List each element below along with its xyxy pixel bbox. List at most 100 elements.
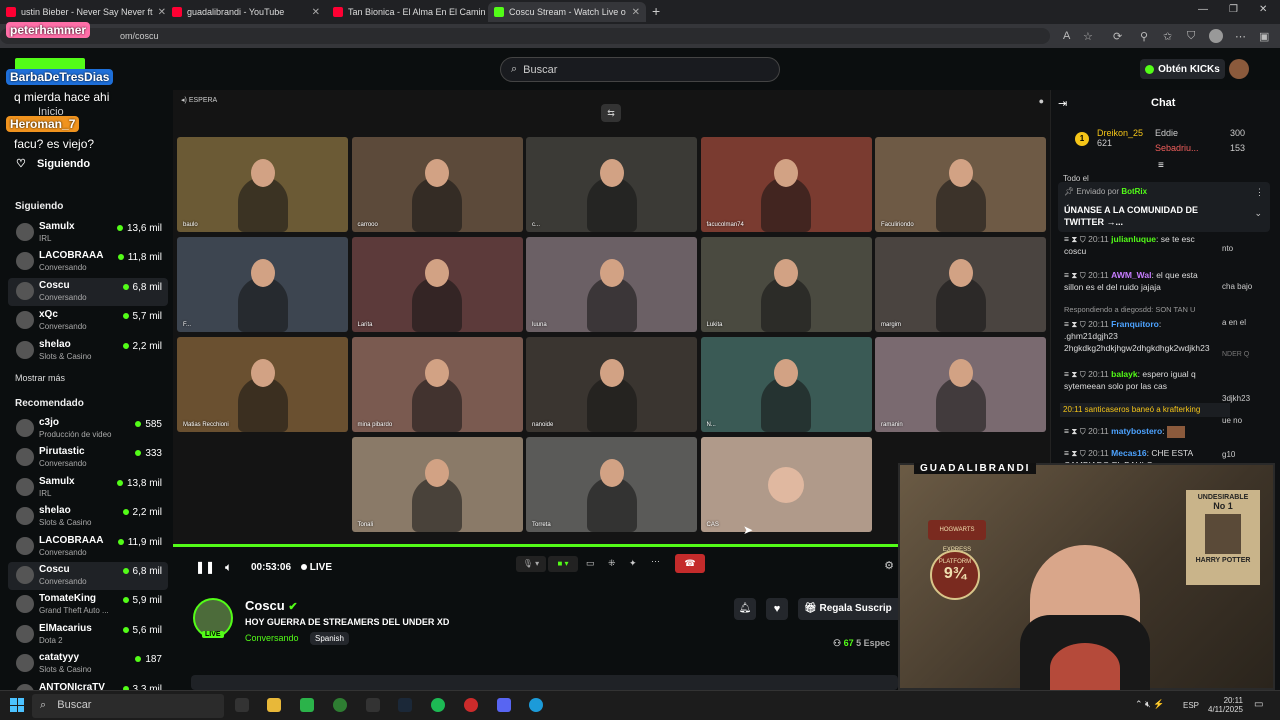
tab-title: Coscu Stream - Watch Live o: [509, 7, 626, 17]
participant-name: baulo: [183, 222, 198, 228]
sidebar-following-link[interactable]: ♡ Siguiendo: [16, 157, 90, 170]
volume-icon[interactable]: 🔈︎: [225, 560, 232, 575]
read-aloud-icon[interactable]: A: [1063, 30, 1070, 42]
viewer-count: 6,8 mil: [123, 566, 162, 577]
viewer-count: 2,2 mil: [123, 507, 162, 518]
steam-icon[interactable]: [398, 698, 412, 712]
notification-icon[interactable]: ▭: [1254, 699, 1263, 710]
sidebar-channel-item[interactable]: LACOBRAAA Conversando 11,8 mil: [8, 248, 168, 276]
mic-icon: 🎙︎ ▾: [516, 556, 546, 572]
user-avatar[interactable]: [1229, 59, 1249, 79]
chat-username[interactable]: Mecas16: [1111, 448, 1146, 458]
obs-icon[interactable]: [464, 698, 478, 712]
channel-name: TomateKing: [39, 593, 97, 605]
chat-username[interactable]: matybostero: [1111, 426, 1162, 436]
leaderboard-third[interactable]: Sebadriu... 153: [1155, 143, 1245, 153]
extensions-icon[interactable]: ⟳: [1113, 30, 1122, 43]
spotify-icon[interactable]: [431, 698, 445, 712]
chat-username[interactable]: Franquitoro: [1111, 319, 1159, 329]
maximize-button[interactable]: ❐: [1229, 4, 1238, 15]
settings-icon[interactable]: ⚙: [884, 559, 894, 572]
live-indicator[interactable]: LIVE: [301, 562, 332, 573]
sidebar-channel-item[interactable]: shelao Slots & Casino 2,2 mil: [8, 503, 168, 531]
sidebar-channel-item[interactable]: ElMacarius Dota 2 5,6 mil: [8, 621, 168, 649]
clock[interactable]: 20:11 4/11/2025: [1203, 696, 1243, 714]
webcam-overlay: GUADALIBRANDI HOGWARTS EXPRESS PLATFORM …: [898, 463, 1275, 693]
language-indicator[interactable]: ESP: [1183, 701, 1199, 710]
sidebar-channel-item[interactable]: c3jo Producción de video 585: [8, 415, 168, 443]
pinned-message[interactable]: 📌︎ Enviado por BotRix ÚNANSE A LA COMUNI…: [1058, 182, 1270, 232]
chevron-down-icon[interactable]: ⌄: [1254, 208, 1262, 219]
bell-icon[interactable]: 🔔︎: [734, 598, 756, 620]
pinned-by-label: Enviado por: [1076, 187, 1120, 196]
sidebar-channel-item[interactable]: TomateKing Grand Theft Auto ... 5,9 mil: [8, 591, 168, 619]
close-icon[interactable]: ✕: [312, 7, 320, 18]
pin-action-icon[interactable]: ⋮: [1255, 187, 1264, 198]
xbox-icon[interactable]: [333, 698, 347, 712]
sidebar-channel-item[interactable]: shelao Slots & Casino 2,2 mil: [8, 337, 168, 365]
sidebar-channel-item[interactable]: Coscu Conversando 6,8 mil: [8, 562, 168, 590]
split-screen-icon[interactable]: ⚲: [1140, 30, 1148, 43]
close-window-button[interactable]: ✕: [1259, 4, 1267, 15]
language-tag[interactable]: Spanish: [310, 632, 349, 645]
hogwarts-sign: HOGWARTS EXPRESS: [928, 520, 986, 553]
viewer-count: 13,6 mil: [117, 223, 162, 234]
sidebar-channel-item[interactable]: xQc Conversando 5,7 mil: [8, 307, 168, 335]
chat-reply-indicator: Respondiendo a diegosdd: SON TAN U: [1064, 305, 1196, 314]
expand-leaderboard-icon[interactable]: ≡: [1158, 160, 1164, 171]
new-tab-button[interactable]: +: [652, 3, 660, 19]
leaderboard-first[interactable]: Dreikon_25 621: [1097, 128, 1143, 148]
gift-subscription-button[interactable]: 🎁︎ Regala Suscrip: [798, 598, 908, 620]
overlay-username: Heroman_7: [6, 116, 80, 132]
epic-games-icon[interactable]: [366, 698, 380, 712]
sidebar-channel-item[interactable]: Pirutastic Conversando 333: [8, 444, 168, 472]
favorites-icon[interactable]: ✩: [1163, 30, 1172, 43]
tab-youtube-bieber[interactable]: ustin Bieber - Never Say Never ft ✕: [0, 2, 165, 22]
tab-youtube-guadalibrandi[interactable]: guadalibrandi - YouTube ✕: [166, 2, 326, 22]
tab-coscu-stream[interactable]: Coscu Stream - Watch Live o ✕: [488, 2, 646, 22]
close-icon[interactable]: ✕: [632, 7, 640, 18]
category-link[interactable]: Conversando: [245, 633, 299, 643]
task-view-icon[interactable]: [235, 698, 249, 712]
discord-icon[interactable]: [497, 698, 511, 712]
search-input[interactable]: ⌕ Buscar: [500, 57, 780, 82]
kick-icon: [494, 7, 504, 17]
edge-icon[interactable]: [529, 698, 543, 712]
chat-bubble-icon[interactable]: ●: [1039, 96, 1044, 106]
tab-youtube-tanbionica[interactable]: Tan Bionica - El Alma En El Camin ✕: [327, 2, 487, 22]
minimize-button[interactable]: —: [1198, 4, 1208, 15]
app-icon[interactable]: [300, 698, 314, 712]
sidebar-channel-item[interactable]: Coscu Conversando 6,8 mil: [8, 277, 168, 306]
translate-icon[interactable]: ⇆: [601, 104, 621, 122]
poster-title: UNDESIRABLE: [1197, 494, 1249, 501]
shield-icon[interactable]: ⛉: [1187, 30, 1195, 43]
show-more-link[interactable]: Mostrar más: [15, 373, 65, 383]
close-icon[interactable]: ✕: [158, 7, 165, 18]
sidebar-channel-item[interactable]: Samulx IRL 13,8 mil: [8, 474, 168, 502]
sidebar-toggle-icon[interactable]: ▣: [1259, 30, 1269, 43]
windows-start-icon[interactable]: [10, 698, 24, 712]
chat-message: ≡ ⧗ ⛉ 20:11 Franquitoro: .ghm21dgjh23 2h…: [1064, 319, 1210, 353]
overlay-chat-message1: q mierda hace ahi: [14, 90, 110, 104]
chat-username[interactable]: julianluque: [1111, 234, 1156, 244]
viewer-count: 5,6 mil: [123, 625, 162, 636]
tray-icons[interactable]: ⌃ 🔇︎ ⚡: [1135, 699, 1164, 710]
more-menu-icon[interactable]: ⋯: [1235, 30, 1246, 43]
get-kicks-button[interactable]: Obtén KICKs: [1140, 59, 1225, 79]
taskbar-search[interactable]: ⌕ Buscar: [32, 694, 224, 718]
participant-name: facucolman74: [706, 222, 744, 228]
leaderboard-second[interactable]: Eddie 300: [1155, 128, 1245, 138]
profile-avatar[interactable]: [1209, 29, 1223, 43]
sidebar-channel-item[interactable]: catatyyy Slots & Casino 187: [8, 650, 168, 678]
sidebar-channel-item[interactable]: LACOBRAAA Conversando 11,9 mil: [8, 533, 168, 561]
url-field[interactable]: om/coscu: [0, 28, 1050, 44]
chat-username[interactable]: AWM_Wal: [1111, 270, 1151, 280]
favorite-star-icon[interactable]: ☆: [1083, 30, 1093, 43]
channel-name[interactable]: Coscu ✔: [245, 598, 298, 613]
chat-username[interactable]: balayk: [1111, 369, 1137, 379]
collapse-chat-icon[interactable]: ⇥: [1058, 97, 1067, 110]
pause-button[interactable]: ❚❚: [195, 560, 215, 574]
file-explorer-icon[interactable]: [267, 698, 281, 712]
heart-icon[interactable]: ♥: [766, 598, 788, 620]
sidebar-channel-item[interactable]: Samulx IRL 13,6 mil: [8, 219, 168, 247]
